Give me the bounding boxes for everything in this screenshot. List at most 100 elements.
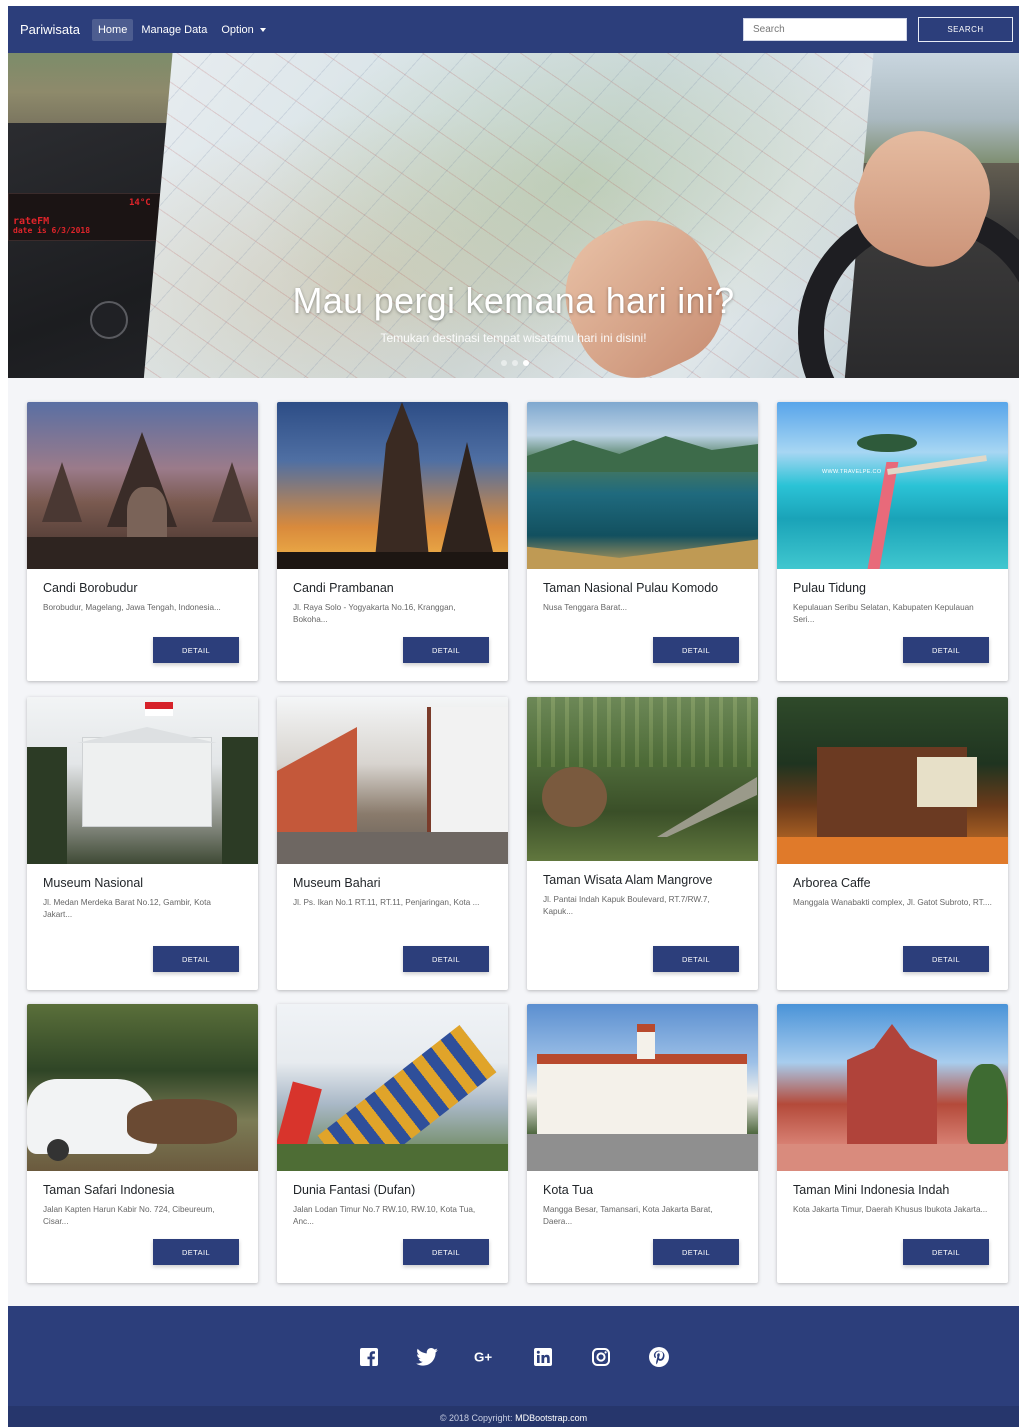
carousel-dot[interactable] [512,360,518,366]
detail-button[interactable]: DETAIL [153,1239,239,1265]
destination-card: Candi Prambanan Jl. Raya Solo - Yogyakar… [277,402,508,681]
card-title: Arborea Caffe [793,876,871,890]
detail-button[interactable]: DETAIL [903,946,989,972]
carousel-indicators [501,360,529,366]
image-shape [277,552,508,569]
copyright-link[interactable]: MDBootstrap.com [515,1413,587,1423]
image-shape [867,462,899,569]
radio-temp-text: 14°C [129,198,151,208]
hero-carousel[interactable]: rateFM date is 6/3/2018 14°C Mau pergi k… [8,53,1019,378]
card-body: Dunia Fantasi (Dufan) Jalan Lodan Timur … [277,1171,508,1228]
destination-card: Taman Wisata Alam Mangrove Jl. Pantai In… [527,697,758,990]
image-shape [437,442,497,569]
carousel-dot[interactable] [501,360,507,366]
detail-button[interactable]: DETAIL [403,637,489,663]
search-input[interactable] [743,18,907,41]
card-image[interactable] [527,697,758,861]
image-shape [527,697,758,767]
linkedin-icon[interactable] [532,1346,554,1368]
image-shape [77,727,217,743]
card-title: Pulau Tidung [793,581,866,595]
hero-map [139,53,877,378]
google-plus-icon[interactable]: G+ [474,1346,496,1368]
image-shape [537,1054,747,1134]
card-title: Taman Mini Indonesia Indah [793,1183,950,1197]
image-shape [27,747,67,864]
card-image[interactable]: WWW.TRAVELPE.CO [777,402,1008,569]
nav-option-dropdown[interactable]: Option [215,19,271,41]
destination-card: Candi Borobudur Borobudur, Magelang, Jaw… [27,402,258,681]
card-image[interactable] [527,1004,758,1171]
image-shape [277,727,357,837]
image-shape [857,434,917,452]
card-title: Dunia Fantasi (Dufan) [293,1183,416,1197]
search-button[interactable]: SEARCH [918,17,1013,42]
nav-option-label: Option [221,23,254,36]
card-body: Arborea Caffe Manggala Wanabakti complex… [777,864,1008,909]
image-shape [277,1144,508,1171]
card-text: Borobudur, Magelang, Jawa Tengah, Indone… [43,603,221,612]
destination-card: Arborea Caffe Manggala Wanabakti complex… [777,697,1008,990]
nav-home[interactable]: Home [91,18,134,41]
detail-button[interactable]: DETAIL [653,946,739,972]
detail-button[interactable]: DETAIL [903,637,989,663]
detail-button[interactable]: DETAIL [653,1239,739,1265]
image-shape [967,1064,1007,1144]
image-shape [27,537,258,569]
detail-button[interactable]: DETAIL [403,946,489,972]
brand-logo[interactable]: Pariwisata [20,22,80,37]
destination-card: Museum Nasional Jl. Medan Merdeka Barat … [27,697,258,990]
radio-date-text: date is 6/3/2018 [13,226,91,235]
carousel-dot-active[interactable] [523,360,529,366]
facebook-icon[interactable] [358,1346,380,1368]
detail-button[interactable]: DETAIL [903,1239,989,1265]
image-shape [527,539,758,569]
card-image[interactable] [527,402,758,569]
card-text: Jl. Medan Merdeka Barat No.12, Gambir, K… [43,898,211,919]
card-text: Jl. Pantai Indah Kapuk Boulevard, RT.7/R… [543,895,710,916]
hero-title: Mau pergi kemana hari ini? [292,280,735,321]
image-shape [542,767,607,827]
card-image[interactable] [777,697,1008,864]
detail-button[interactable]: DETAIL [653,637,739,663]
card-title: Museum Nasional [43,876,144,890]
image-shape [47,1139,69,1161]
card-title: Candi Borobudur [43,581,138,595]
destination-card: Museum Bahari Jl. Ps. Ikan No.1 RT.11, R… [277,697,508,990]
twitter-icon[interactable] [415,1346,438,1368]
destination-card: Taman Mini Indonesia Indah Kota Jakarta … [777,1004,1008,1283]
navbar: Pariwisata Home Manage Data Option SEARC… [8,6,1019,53]
card-image[interactable] [277,697,508,864]
card-text: Nusa Tenggara Barat... [543,603,628,612]
copyright-text: © 2018 Copyright: [439,1413,513,1423]
card-body: Taman Mini Indonesia Indah Kota Jakarta … [777,1171,1008,1216]
card-image[interactable] [277,402,508,569]
image-shape [847,1024,937,1144]
card-image[interactable] [27,402,258,569]
card-body: Museum Nasional Jl. Medan Merdeka Barat … [27,864,258,921]
image-shape [887,455,987,475]
card-text: Kepulauan Seribu Selatan, Kabupaten Kepu… [793,603,974,624]
card-title: Candi Prambanan [293,581,394,595]
nav-manage-data[interactable]: Manage Data [135,19,213,41]
detail-button[interactable]: DETAIL [153,946,239,972]
pinterest-icon[interactable] [648,1346,670,1368]
social-icons: G+ [8,1346,1019,1368]
destination-card: Taman Safari Indonesia Jalan Kapten Haru… [27,1004,258,1283]
detail-button[interactable]: DETAIL [153,637,239,663]
card-title: Museum Bahari [293,876,381,890]
card-text: Jalan Kapten Harun Kabir No. 724, Cibeur… [43,1205,215,1226]
image-shape [427,707,508,837]
image-shape [777,1144,1008,1171]
card-image[interactable] [777,1004,1008,1171]
detail-button[interactable]: DETAIL [403,1239,489,1265]
card-image[interactable] [277,1004,508,1171]
card-image[interactable] [27,697,258,864]
destination-card: Taman Nasional Pulau Komodo Nusa Tenggar… [527,402,758,681]
instagram-icon[interactable] [590,1346,612,1368]
card-title: Kota Tua [543,1183,594,1197]
card-body: Museum Bahari Jl. Ps. Ikan No.1 RT.11, R… [277,864,508,909]
card-title: Taman Wisata Alam Mangrove [543,873,713,887]
card-body: Taman Wisata Alam Mangrove Jl. Pantai In… [527,861,758,918]
card-image[interactable] [27,1004,258,1171]
